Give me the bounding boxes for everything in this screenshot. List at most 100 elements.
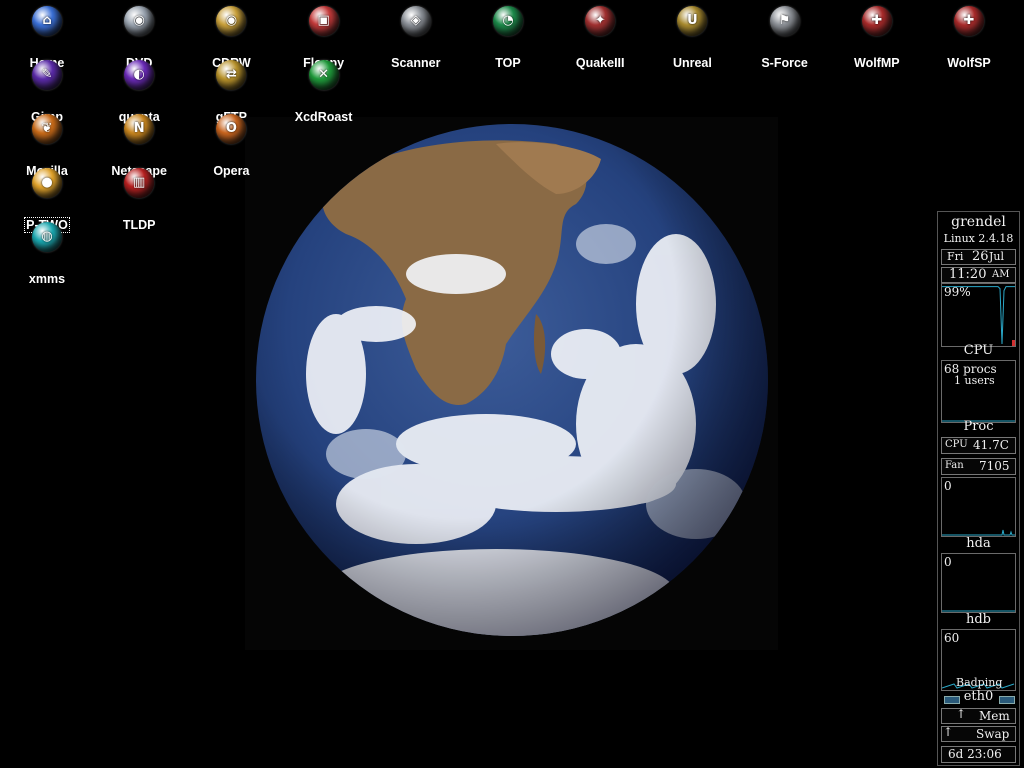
wolf-mp-icon-glyph: ✚ <box>871 13 883 28</box>
proc-chart[interactable]: 68 procs 1 users <box>941 360 1016 423</box>
desktop-icon-label: TLDP <box>122 218 156 232</box>
netscape-icon: N <box>124 114 155 144</box>
desktop-icon-s-force[interactable]: ⚑ S-Force <box>739 2 831 72</box>
home-icon: ⌂ <box>32 6 62 36</box>
sforce-icon: ⚑ <box>769 6 800 36</box>
xcdroast-icon-glyph: ✕ <box>318 67 330 82</box>
desktop-icon-opera[interactable]: O Opera <box>185 110 277 180</box>
hda-graph <box>942 529 1015 536</box>
floppy-icon: ▣ <box>308 6 339 36</box>
xcdroast-icon: ✕ <box>308 60 339 90</box>
cpu-chart[interactable]: 99% <box>941 283 1016 347</box>
desktop-icon-wolfsp[interactable]: ✚ WolfSP <box>923 2 1015 72</box>
wolf-sp-icon-glyph: ✚ <box>963 13 975 28</box>
uptime-value: 6d 23:06 <box>948 747 1002 761</box>
quake-icon-glyph: ✦ <box>594 13 606 28</box>
desktop-icon-label: QuakeIII <box>575 56 625 70</box>
xmms-icon-glyph: ◍ <box>41 229 53 244</box>
desktop-icon-label: Opera <box>213 164 250 178</box>
desktop-icon-scanner[interactable]: ◈ Scanner <box>370 2 462 72</box>
date-num: 26 <box>972 249 989 264</box>
swap-marker-icon: ↑ <box>943 725 954 739</box>
desktop-icon-top[interactable]: ◔ TOP <box>462 2 554 72</box>
quanta-icon-glyph: ◐ <box>133 67 145 82</box>
dvd-icon: ◉ <box>124 6 155 36</box>
scanner-icon-glyph: ◈ <box>410 13 421 28</box>
mozilla-icon: ❦ <box>32 114 62 144</box>
tldp-icon: ▥ <box>124 168 155 198</box>
desktop-icon-label: Unreal <box>672 56 712 70</box>
uptime-panel: 6d 23:06 <box>941 746 1016 763</box>
date-panel: Fri 26 Jul <box>941 249 1016 265</box>
desktop-icon-label: S-Force <box>761 56 808 70</box>
hda-label: hda <box>966 536 991 551</box>
desktop-icon-quakeiii[interactable]: ✦ QuakeIII <box>554 2 646 72</box>
date-month: Jul <box>989 250 1005 263</box>
top-icon-glyph: ◔ <box>502 13 514 28</box>
netscape-icon-glyph: N <box>133 121 145 136</box>
badping-text: Badping <box>956 676 1003 689</box>
gkrellm-system-monitor[interactable]: grendel Linux 2.4.18 Fri 26 Jul 11:20 AM… <box>937 211 1020 766</box>
cdrw-icon-glyph: ◉ <box>225 13 238 28</box>
unreal-icon: U <box>677 6 708 36</box>
desktop-icon-label: XcdRoast <box>294 110 353 124</box>
earth-wallpaper-image <box>256 124 768 636</box>
top-icon: ◔ <box>493 6 523 36</box>
desktop-icon-xcdroast[interactable]: ✕ XcdRoast <box>278 56 370 126</box>
fan-panel: Fan 7105 <box>941 458 1016 475</box>
cpu-percent: 99% <box>944 285 971 299</box>
clock-panel: 11:20 AM <box>941 267 1016 283</box>
eth0-rx-led <box>944 696 960 704</box>
tldp-icon-glyph: ▥ <box>133 175 146 190</box>
quake-icon: ✦ <box>585 6 616 36</box>
desktop-icon-unreal[interactable]: U Unreal <box>646 2 738 72</box>
wolf-sp-icon: ✚ <box>954 6 984 36</box>
gftp-icon: ⇄ <box>216 60 247 90</box>
wolf-mp-icon: ✚ <box>861 6 892 36</box>
proc-graph <box>942 420 1015 422</box>
eth0-chart[interactable]: 60 Badping <box>941 629 1016 691</box>
desktop-icon-label: Scanner <box>391 56 441 70</box>
clock-time: 11:20 <box>949 267 987 282</box>
dvd-icon-glyph: ◉ <box>133 13 145 28</box>
desktop-icon-label: WolfMP <box>854 56 900 70</box>
cdrw-icon: ◉ <box>216 6 247 36</box>
swap-label: Swap <box>976 727 1010 741</box>
unreal-icon-glyph: U <box>687 13 698 28</box>
p-two-icon-glyph: ● <box>41 175 53 190</box>
gftp-icon-glyph: ⇄ <box>225 67 237 82</box>
cpu-temp-value: 41.7C <box>973 438 1009 452</box>
date-day: Fri <box>947 250 964 263</box>
hdb-chart[interactable]: 0 <box>941 553 1016 613</box>
desktop-icon-label: WolfSP <box>947 56 991 70</box>
swap-meter[interactable]: ↑ Swap <box>941 725 1016 742</box>
gimp-icon: ✎ <box>32 60 62 90</box>
desktop-icon-wolfmp[interactable]: ✚ WolfMP <box>831 2 923 72</box>
mem-label: Mem <box>979 709 1010 723</box>
clock-ampm: AM <box>992 269 1010 280</box>
eth0-tx-led <box>999 696 1015 704</box>
scanner-icon: ◈ <box>400 6 431 36</box>
desktop-icon-tldp[interactable]: ▥ TLDP <box>93 164 185 234</box>
gimp-icon-glyph: ✎ <box>41 67 53 82</box>
desktop-icon-xmms[interactable]: ◍ xmms <box>1 218 93 288</box>
hda-chart[interactable]: 0 <box>941 477 1016 537</box>
desktop-icon-label: TOP <box>495 56 521 70</box>
hdb-label: hdb <box>965 612 992 627</box>
fan-value: 7105 <box>979 459 1010 473</box>
cpu-temp-panel: CPU 41.7C <box>941 437 1016 454</box>
mozilla-icon-glyph: ❦ <box>41 121 53 136</box>
mem-meter[interactable]: ↑ Mem <box>941 707 1016 724</box>
home-icon-glyph: ⌂ <box>42 13 52 28</box>
xmms-icon: ◍ <box>32 222 62 252</box>
mem-marker-icon: ↑ <box>956 707 967 721</box>
desktop-icon-label: xmms <box>28 272 66 286</box>
floppy-icon-glyph: ▣ <box>317 13 330 28</box>
p-two-icon: ● <box>32 168 62 198</box>
hdb-graph <box>942 610 1015 612</box>
sforce-icon-glyph: ⚑ <box>778 13 791 28</box>
hda-activity-line <box>942 529 1015 536</box>
proc-label: Proc <box>963 419 994 434</box>
cpu-label: CPU <box>963 343 994 358</box>
opera-icon: O <box>216 114 247 144</box>
